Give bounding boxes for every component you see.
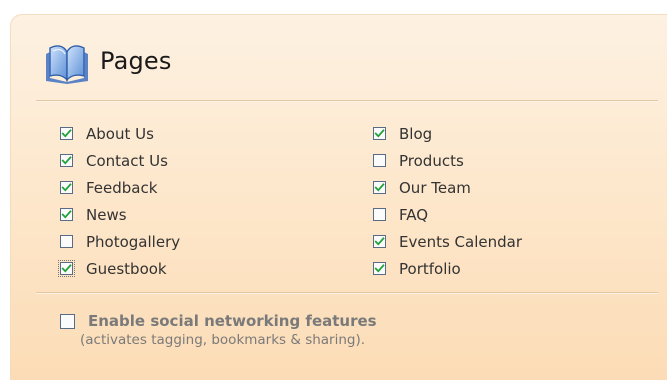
check-icon: [61, 129, 72, 138]
page-option-label: Photogallery: [86, 232, 181, 251]
checkbox-checked[interactable]: [60, 208, 73, 221]
page-title: Pages: [100, 47, 172, 75]
page-option-label: Events Calendar: [399, 232, 523, 251]
social-networking-label: Enable social networking features: [88, 312, 377, 330]
checkbox-checked[interactable]: [373, 181, 386, 194]
page-option-label: Our Team: [399, 178, 471, 197]
checkbox-unchecked[interactable]: [373, 154, 386, 167]
page-option-label: Portfolio: [399, 259, 461, 278]
page-option[interactable]: Products: [373, 147, 522, 174]
page-option[interactable]: Guestbook: [58, 255, 180, 282]
checkbox-checked[interactable]: [60, 181, 73, 194]
open-book-icon: [46, 45, 88, 84]
pages-list-left: About Us Contact Us Feedback News Photogalle…: [58, 120, 180, 282]
page-option-label: Guestbook: [86, 259, 167, 278]
page-option-label: Products: [399, 151, 464, 170]
check-icon: [61, 156, 72, 165]
page-option[interactable]: Our Team: [373, 174, 522, 201]
page-option[interactable]: Photogallery: [60, 228, 180, 255]
pages-list-right: Blog Products Our Team FAQ Events Calendar Po…: [373, 120, 522, 282]
social-networking-checkbox[interactable]: [60, 313, 75, 329]
checkbox-checked[interactable]: [58, 260, 75, 277]
divider: [36, 292, 658, 293]
page-option[interactable]: About Us: [60, 120, 180, 147]
check-icon: [61, 210, 72, 219]
divider: [36, 100, 658, 101]
checkbox-checked[interactable]: [373, 127, 386, 140]
check-icon: [374, 129, 385, 138]
checkbox-checked[interactable]: [373, 235, 386, 248]
check-icon: [374, 264, 385, 273]
check-icon: [374, 183, 385, 192]
page-option[interactable]: Contact Us: [60, 147, 180, 174]
checkbox-unchecked[interactable]: [373, 208, 386, 221]
page-option[interactable]: Blog: [373, 120, 522, 147]
page-option[interactable]: Feedback: [60, 174, 180, 201]
page-option-label: Feedback: [86, 178, 158, 197]
page-option-label: Blog: [399, 124, 433, 143]
page-option-label: About Us: [86, 124, 154, 143]
check-icon: [61, 183, 72, 192]
page-option[interactable]: FAQ: [373, 201, 522, 228]
page-option[interactable]: News: [60, 201, 180, 228]
checkbox-checked[interactable]: [60, 154, 73, 167]
checkbox-unchecked[interactable]: [60, 235, 73, 248]
page-option[interactable]: Events Calendar: [373, 228, 522, 255]
social-networking-description: (activates tagging, bookmarks & sharing)…: [80, 332, 366, 348]
check-icon: [61, 264, 72, 273]
page-option-label: Contact Us: [86, 151, 168, 170]
page-option-label: News: [86, 205, 127, 224]
checkbox-checked[interactable]: [60, 127, 73, 140]
checkbox-checked[interactable]: [373, 262, 386, 275]
page-option[interactable]: Portfolio: [373, 255, 522, 282]
page-option-label: FAQ: [399, 205, 429, 224]
section-header: Pages: [44, 36, 172, 86]
social-networking-option: Enable social networking features (activ…: [60, 312, 377, 348]
check-icon: [374, 237, 385, 246]
